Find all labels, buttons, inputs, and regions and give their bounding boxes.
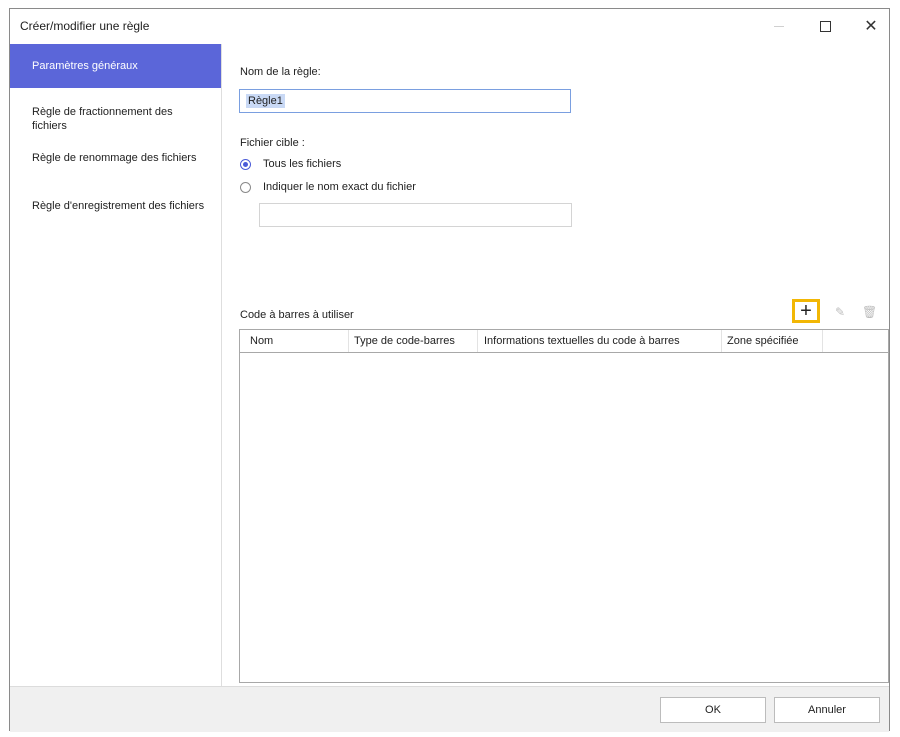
title-bar: Créer/modifier une règle ✕ <box>10 9 889 44</box>
add-barcode-button[interactable]: + <box>792 299 820 323</box>
sidebar-item-save-rule[interactable]: Règle d'enregistrement des fichiers <box>10 199 221 213</box>
window-title: Créer/modifier une règle <box>20 19 150 33</box>
target-file-label: Fichier cible : <box>240 137 305 149</box>
column-header-name[interactable]: Nom <box>250 335 273 347</box>
radio-unchecked-icon <box>240 181 251 193</box>
close-button[interactable]: ✕ <box>848 9 894 44</box>
ok-button[interactable]: OK <box>660 697 766 723</box>
sidebar-item-split-rule[interactable]: Règle de fractionnement des fichiers <box>10 105 221 133</box>
radio-label: Tous les fichiers <box>263 158 342 170</box>
column-divider[interactable] <box>477 330 478 352</box>
cancel-button[interactable]: Annuler <box>774 697 880 723</box>
sidebar-item-label: Règle d'enregistrement des fichiers <box>32 200 205 212</box>
sidebar-item-general-settings[interactable]: Paramètres généraux <box>10 44 221 88</box>
radio-label: Indiquer le nom exact du fichier <box>263 181 416 193</box>
column-divider[interactable] <box>721 330 722 352</box>
barcode-section-label: Code à barres à utiliser <box>240 309 354 321</box>
main-panel: Nom de la règle: Règle1 Fichier cible : … <box>222 44 889 686</box>
maximize-button[interactable] <box>802 9 848 44</box>
column-divider[interactable] <box>348 330 349 352</box>
radio-exact-filename[interactable]: Indiquer le nom exact du fichier <box>240 181 416 193</box>
sidebar-item-label: Règle de renommage des fichiers <box>32 152 197 164</box>
rule-name-input[interactable]: Règle1 <box>239 89 571 113</box>
column-header-text-info[interactable]: Informations textuelles du code à barres <box>484 335 680 347</box>
column-header-zone[interactable]: Zone spécifiée <box>727 335 799 347</box>
plus-icon: + <box>800 300 812 322</box>
sidebar-item-rename-rule[interactable]: Règle de renommage des fichiers <box>10 151 221 165</box>
sidebar-item-label: Paramètres généraux <box>32 60 138 72</box>
rule-name-label: Nom de la règle: <box>240 66 321 78</box>
trash-icon[interactable]: 🗑 <box>862 306 877 318</box>
dialog-window: Créer/modifier une règle ✕ Paramètres gé… <box>9 8 890 732</box>
table-header: Nom Type de code-barres Informations tex… <box>240 330 888 353</box>
column-header-type[interactable]: Type de code-barres <box>354 335 455 347</box>
radio-checked-icon <box>240 158 251 170</box>
sidebar-item-label: Règle de fractionnement des fichiers <box>32 106 173 132</box>
sidebar: Paramètres généraux Règle de fractionnem… <box>10 44 222 686</box>
barcode-table: Nom Type de code-barres Informations tex… <box>239 329 889 683</box>
rule-name-value: Règle1 <box>246 94 285 108</box>
close-icon: ✕ <box>864 17 878 35</box>
column-divider[interactable] <box>822 330 823 352</box>
minimize-icon <box>774 26 784 27</box>
pencil-icon[interactable]: ✎ <box>835 306 845 318</box>
exact-filename-input[interactable] <box>259 203 572 227</box>
maximize-icon <box>819 21 831 32</box>
minimize-button[interactable] <box>756 9 802 44</box>
dialog-footer: OK Annuler <box>10 686 889 732</box>
radio-all-files[interactable]: Tous les fichiers <box>240 158 341 170</box>
